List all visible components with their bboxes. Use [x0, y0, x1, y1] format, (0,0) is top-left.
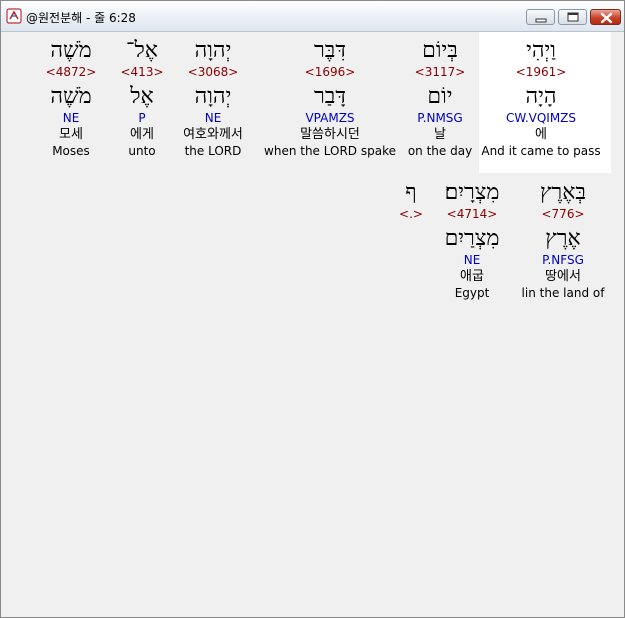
hebrew-surface: דִּבֶּר — [313, 38, 346, 63]
hebrew-lemma: דָּבַר — [313, 84, 346, 109]
strong-number: <4872> — [45, 65, 97, 79]
close-button[interactable] — [590, 9, 621, 25]
english-gloss: Moses — [52, 144, 90, 158]
hebrew-surface: מִצְרָיִם׃ — [444, 180, 500, 205]
korean-gloss: 땅에서 — [545, 269, 581, 284]
strong-number: <1961> — [515, 65, 567, 79]
strong-number: <4714> — [446, 207, 498, 221]
morph-code: NE — [62, 111, 80, 125]
korean-gloss: 에 — [535, 127, 547, 142]
hebrew-surface: ף — [405, 180, 417, 205]
korean-gloss: 여호와께서 — [183, 127, 243, 142]
maximize-icon — [567, 12, 579, 22]
minimize-button[interactable] — [526, 9, 555, 25]
hebrew-lemma: אֶל — [130, 84, 154, 109]
word-column[interactable]: בְּאֶרֶץ <776> אֶרֶץ P.NFSG 땅에서 lin the … — [522, 180, 605, 301]
hebrew-lemma: יְהוָה — [194, 84, 232, 109]
english-gloss: lin the land of — [521, 286, 605, 300]
strong-number: <776> — [541, 207, 585, 221]
korean-gloss: 말씀하시던 — [300, 127, 360, 142]
hebrew-lemma: אֶרֶץ — [545, 226, 581, 251]
hebrew-lemma: יוֹם — [427, 84, 453, 109]
close-icon — [600, 12, 613, 24]
english-gloss: on the day — [407, 144, 473, 158]
word-column[interactable]: ף <.> — [399, 180, 423, 222]
morph-code: P.NMSG — [417, 111, 463, 125]
app-icon[interactable] — [6, 8, 22, 24]
minimize-icon — [535, 18, 547, 23]
morph-code: VPAMZS — [305, 111, 355, 125]
word-column[interactable]: דִּבֶּר <1696> דָּבַר VPAMZS 말씀하시던 when … — [264, 38, 396, 159]
maximize-button[interactable] — [558, 9, 587, 25]
strong-number: <413> — [120, 65, 164, 79]
morph-code: NE — [204, 111, 222, 125]
korean-gloss: 에게 — [130, 127, 154, 142]
strong-number: <3117> — [414, 65, 466, 79]
word-column[interactable]: יְהוָה <3068> יְהוָה NE 여호와께서 the LORD — [183, 38, 243, 159]
english-gloss: unto — [128, 144, 156, 158]
korean-gloss: 날 — [434, 127, 446, 142]
word-column[interactable]: וַיְהִי <1961> הָיָה CW.VQIMZS 에 And it … — [481, 38, 600, 159]
hebrew-surface: יְהוָה — [194, 38, 232, 63]
interlinear-view[interactable]: וַיְהִי <1961> הָיָה CW.VQIMZS 에 And it … — [7, 32, 619, 612]
morph-code: P.NFSG — [542, 253, 584, 267]
strong-number: <3068> — [187, 65, 239, 79]
english-gloss: Egypt — [454, 286, 490, 300]
morph-code: P — [138, 111, 146, 125]
korean-gloss: 애굽 — [460, 269, 484, 284]
hebrew-lemma: מִצְרַיִם — [444, 226, 500, 251]
korean-gloss: 모세 — [59, 127, 83, 142]
hebrew-lemma: מֹשֶׁה — [50, 84, 92, 109]
english-gloss: And it came to pass — [481, 144, 601, 158]
word-column[interactable]: אֶל־ <413> אֶל P 에게 unto — [120, 38, 163, 159]
english-gloss: the LORD — [184, 144, 242, 158]
hebrew-surface: וַיְהִי — [526, 38, 556, 63]
morph-code: CW.VQIMZS — [505, 111, 577, 125]
word-column[interactable]: מֹשֶׁה <4872> מֹשֶׁה NE 모세 Moses — [46, 38, 97, 159]
window-title: @원전분해 - 줄 6:28 — [26, 11, 136, 25]
title-bar[interactable]: @원전분해 - 줄 6:28 — [1, 1, 624, 32]
english-gloss: when the LORD spake — [264, 144, 396, 158]
morph-code: NE — [463, 253, 481, 267]
word-column[interactable]: מִצְרָיִם׃ <4714> מִצְרַיִם NE 애굽 Egypt — [445, 180, 500, 301]
hebrew-surface: מֹשֶׁה — [50, 38, 92, 63]
strong-number: <1696> — [304, 65, 356, 79]
hebrew-surface: בְּיוֹם — [422, 38, 458, 63]
hebrew-surface: אֶל־ — [126, 38, 158, 63]
strong-number: <.> — [399, 207, 423, 221]
hebrew-lemma: הָיָה — [525, 84, 557, 109]
app-window: @원전분해 - 줄 6:28 וַיְהִי <1961> הָיָה CW.V… — [0, 0, 625, 618]
hebrew-surface: בְּאֶרֶץ — [539, 180, 587, 205]
word-column[interactable]: בְּיוֹם <3117> יוֹם P.NMSG 날 on the day — [408, 38, 472, 159]
